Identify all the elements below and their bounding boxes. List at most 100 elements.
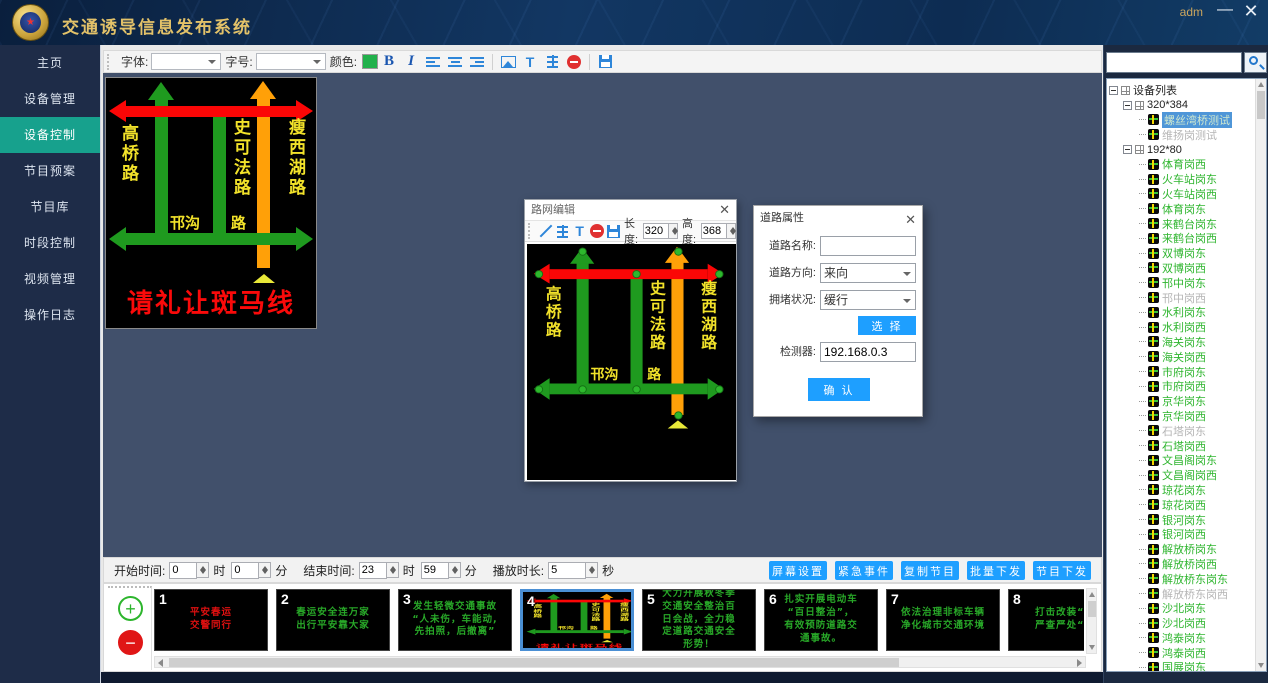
device-item[interactable]: 解放桥东岗东 [1109,571,1255,586]
sidebar-item-7[interactable]: 操作日志 [0,297,100,333]
device-item[interactable]: 琼花岗东 [1109,483,1255,498]
color-swatch[interactable] [362,54,378,69]
action-button-3[interactable]: 批量下发 [967,561,1025,580]
device-item[interactable]: 鸿泰岗西 [1109,645,1255,660]
tree-group-1[interactable]: 192*80 [1109,142,1255,157]
collapse-icon[interactable] [1123,145,1132,154]
scroll-down-icon[interactable] [1258,663,1264,668]
device-item[interactable]: 沙北岗东 [1109,601,1255,616]
device-item[interactable]: 解放桥岗东 [1109,542,1255,557]
road-edit-canvas[interactable]: 高桥路史可法路瘦西湖路邗沟路 [527,244,736,480]
scroll-up-icon[interactable] [1089,592,1095,597]
draw-line-button[interactable] [538,222,553,240]
device-item[interactable]: 银河岗东 [1109,512,1255,527]
duration-stepper[interactable] [586,562,598,578]
device-item[interactable]: 来鹤台岗西 [1109,231,1255,246]
start-minute-stepper[interactable] [259,562,271,578]
road-direction-select[interactable]: 来向 [820,263,916,283]
save-button[interactable] [595,53,615,71]
delete-button[interactable] [589,222,604,240]
sidebar-item-1[interactable]: 设备管理 [0,81,100,117]
horizontal-scrollbar[interactable] [154,656,1086,668]
close-icon[interactable]: ✕ [1240,1,1262,22]
sidebar-item-3[interactable]: 节目预案 [0,153,100,189]
end-hour-stepper[interactable] [387,562,399,578]
device-item[interactable]: 文昌阁岗东 [1109,453,1255,468]
remove-program-button[interactable]: − [118,630,143,655]
size-select[interactable] [256,53,326,70]
scroll-up-icon[interactable] [1258,82,1264,87]
tree-root[interactable]: 设备列表 [1109,83,1255,98]
road-node-handle[interactable] [632,270,640,278]
road-tool-button[interactable] [555,222,570,240]
user-name[interactable]: adm [1180,5,1203,19]
playlist-thumbnail-4[interactable]: 4高桥路史可法路瘦西湖路邗沟路请礼让斑马线 [520,589,634,651]
device-item[interactable]: 解放桥东岗西 [1109,586,1255,601]
road-network-button[interactable] [542,53,562,71]
sidebar-item-0[interactable]: 主页 [0,45,100,81]
align-left-button[interactable] [423,53,443,71]
playlist-thumbnail-8[interactable]: 8打击改装“炸严查严处“机 [1008,589,1084,651]
tree-scrollbar[interactable] [1255,79,1266,671]
start-hour-input[interactable] [169,562,197,579]
led-display-preview[interactable]: 高桥路史可法路瘦西湖路邗沟路请礼让斑马线 [105,77,317,329]
font-select[interactable] [151,53,221,70]
road-node-handle[interactable] [632,385,640,393]
device-item[interactable]: 邗中岗东 [1109,275,1255,290]
device-item[interactable]: 京华岗西 [1109,409,1255,424]
add-program-button[interactable]: + [118,596,143,621]
align-center-button[interactable] [445,53,465,71]
road-name-input[interactable] [820,236,916,256]
sidebar-item-2[interactable]: 设备控制 [0,117,100,153]
device-item[interactable]: 文昌阁岗西 [1109,468,1255,483]
text-tool-button[interactable]: T [572,222,587,240]
device-item[interactable]: 银河岗西 [1109,527,1255,542]
end-minute-stepper[interactable] [449,562,461,578]
collapse-icon[interactable] [1109,86,1118,95]
playlist-thumbnail-6[interactable]: 6扎实开展电动车“百日整治”，有效预防道路交通事故。 [764,589,878,651]
duration-input[interactable] [548,562,586,579]
insert-image-button[interactable] [498,53,518,71]
start-hour-stepper[interactable] [197,562,209,578]
vertical-scrollbar[interactable] [1086,588,1097,654]
device-item[interactable]: 双博岗东 [1109,246,1255,261]
length-stepper[interactable] [669,223,678,239]
scroll-left-icon[interactable] [158,659,163,667]
scrollbar-thumb[interactable] [1088,601,1096,617]
device-item[interactable]: 鸿泰岗东 [1109,630,1255,645]
device-item[interactable]: 海关岗西 [1109,349,1255,364]
road-node-handle[interactable] [715,270,723,278]
height-stepper[interactable] [727,223,736,239]
save-button[interactable] [606,222,621,240]
device-item[interactable]: 火车站岗西 [1109,187,1255,202]
road-node-handle[interactable] [674,411,682,419]
end-minute-input[interactable] [421,562,449,579]
device-item[interactable]: 琼花岗西 [1109,497,1255,512]
bold-button[interactable]: B [379,53,399,71]
road-node-handle[interactable] [534,385,542,393]
action-button-0[interactable]: 屏幕设置 [769,561,827,580]
close-icon[interactable]: ✕ [719,200,730,220]
road-node-handle[interactable] [715,385,723,393]
device-item[interactable]: 螺丝湾桥测试 [1109,113,1255,128]
device-item[interactable]: 水利岗西 [1109,320,1255,335]
device-item[interactable]: 市府岗东 [1109,364,1255,379]
device-item[interactable]: 京华岗东 [1109,394,1255,409]
end-hour-input[interactable] [359,562,387,579]
close-icon[interactable]: ✕ [905,208,916,232]
detector-input[interactable] [820,342,916,362]
device-item[interactable]: 火车站岗东 [1109,172,1255,187]
device-item[interactable]: 邗中岗西 [1109,290,1255,305]
device-item[interactable]: 体育岗东 [1109,201,1255,216]
device-item[interactable]: 解放桥岗西 [1109,557,1255,572]
device-item[interactable]: 海关岗东 [1109,335,1255,350]
sidebar-item-4[interactable]: 节目库 [0,189,100,225]
action-button-2[interactable]: 复制节目 [901,561,959,580]
device-item[interactable]: 体育岗西 [1109,157,1255,172]
playlist-thumbnail-7[interactable]: 7依法治理非标车辆净化城市交通环境 [886,589,1000,651]
sidebar-item-6[interactable]: 视频管理 [0,261,100,297]
scroll-right-icon[interactable] [1077,659,1082,667]
action-button-1[interactable]: 紧急事件 [835,561,893,580]
road-node-handle[interactable] [578,247,586,255]
device-item[interactable]: 双博岗西 [1109,261,1255,276]
